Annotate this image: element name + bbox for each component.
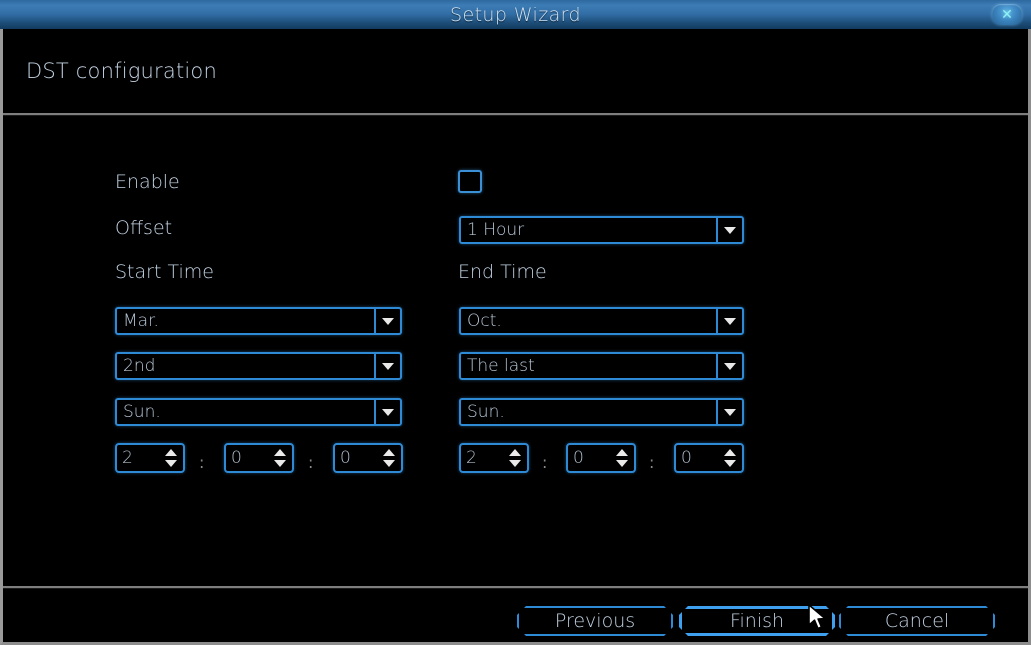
end-month-dropdown[interactable]: Oct.	[459, 307, 744, 335]
stepper-down-icon[interactable]	[274, 460, 286, 467]
start-time-colon-2: :	[308, 453, 314, 472]
start-time-label: Start Time	[115, 261, 214, 283]
offset-dropdown[interactable]: 1 Hour	[459, 216, 744, 244]
offset-dropdown-value: 1 Hour	[467, 220, 525, 240]
offset-label: Offset	[115, 217, 173, 239]
end-time-label: End Time	[458, 261, 547, 283]
end-second-stepper[interactable]	[722, 445, 742, 471]
end-weekday-dropdown[interactable]: Sun.	[459, 398, 744, 426]
close-x-glyph: ✕	[1001, 6, 1013, 23]
start-minute-stepper[interactable]	[272, 445, 292, 471]
start-minute-value: 0	[231, 448, 242, 468]
stepper-down-icon[interactable]	[165, 460, 177, 467]
end-minute-stepper[interactable]	[614, 445, 634, 471]
start-week-value: 2nd	[123, 356, 156, 376]
start-minute-spinner[interactable]: 0	[224, 443, 294, 473]
chevron-down-icon[interactable]	[716, 309, 742, 333]
end-week-value: The last	[467, 356, 535, 376]
start-hour-stepper[interactable]	[163, 445, 183, 471]
end-minute-spinner[interactable]: 0	[566, 443, 636, 473]
finish-button[interactable]: Finish	[679, 606, 835, 636]
start-second-spinner[interactable]: 0	[333, 443, 403, 473]
page-title: DST configuration	[26, 59, 217, 83]
end-hour-stepper[interactable]	[507, 445, 527, 471]
stepper-up-icon[interactable]	[274, 449, 286, 456]
close-icon[interactable]: ✕	[992, 4, 1022, 25]
end-second-value: 0	[681, 448, 692, 468]
start-month-dropdown[interactable]: Mar.	[115, 307, 402, 335]
start-hour-value: 2	[122, 448, 133, 468]
start-second-stepper[interactable]	[381, 445, 401, 471]
cancel-button[interactable]: Cancel	[839, 606, 995, 636]
chevron-down-icon[interactable]	[716, 400, 742, 424]
end-time-colon-2: :	[649, 453, 655, 472]
chevron-down-icon[interactable]	[716, 354, 742, 378]
enable-label: Enable	[115, 171, 180, 193]
start-week-dropdown[interactable]: 2nd	[115, 352, 402, 380]
end-hour-spinner[interactable]: 2	[459, 443, 529, 473]
stepper-down-icon[interactable]	[509, 460, 521, 467]
stepper-up-icon[interactable]	[165, 449, 177, 456]
title-bar: Setup Wizard ✕	[0, 0, 1031, 29]
start-month-value: Mar.	[123, 311, 159, 331]
stepper-up-icon[interactable]	[383, 449, 395, 456]
stepper-up-icon[interactable]	[616, 449, 628, 456]
stepper-down-icon[interactable]	[383, 460, 395, 467]
end-minute-value: 0	[573, 448, 584, 468]
chevron-down-icon[interactable]	[716, 218, 742, 242]
stepper-up-icon[interactable]	[724, 449, 736, 456]
start-weekday-value: Sun.	[123, 402, 161, 422]
stepper-down-icon[interactable]	[724, 460, 736, 467]
start-weekday-dropdown[interactable]: Sun.	[115, 398, 402, 426]
start-time-colon-1: :	[199, 453, 205, 472]
start-hour-spinner[interactable]: 2	[115, 443, 185, 473]
end-week-dropdown[interactable]: The last	[459, 352, 744, 380]
chevron-down-icon[interactable]	[374, 354, 400, 378]
end-time-colon-1: :	[542, 453, 548, 472]
chevron-down-icon[interactable]	[374, 309, 400, 333]
previous-button[interactable]: Previous	[517, 606, 673, 636]
stepper-down-icon[interactable]	[616, 460, 628, 467]
end-weekday-value: Sun.	[467, 402, 505, 422]
end-month-value: Oct.	[467, 311, 502, 331]
page-header: DST configuration	[3, 29, 1028, 113]
enable-checkbox[interactable]	[458, 170, 482, 193]
end-second-spinner[interactable]: 0	[674, 443, 744, 473]
window-title: Setup Wizard	[450, 3, 581, 26]
chevron-down-icon[interactable]	[374, 400, 400, 424]
start-second-value: 0	[340, 448, 351, 468]
footer-bar: Previous Finish Cancel	[3, 588, 1028, 642]
dst-configuration-form: Enable Offset 1 Hour Start Time End Time…	[3, 115, 1028, 586]
stepper-up-icon[interactable]	[509, 449, 521, 456]
setup-wizard-window: Setup Wizard ✕ DST configuration Enable …	[0, 0, 1031, 645]
end-hour-value: 2	[466, 448, 477, 468]
